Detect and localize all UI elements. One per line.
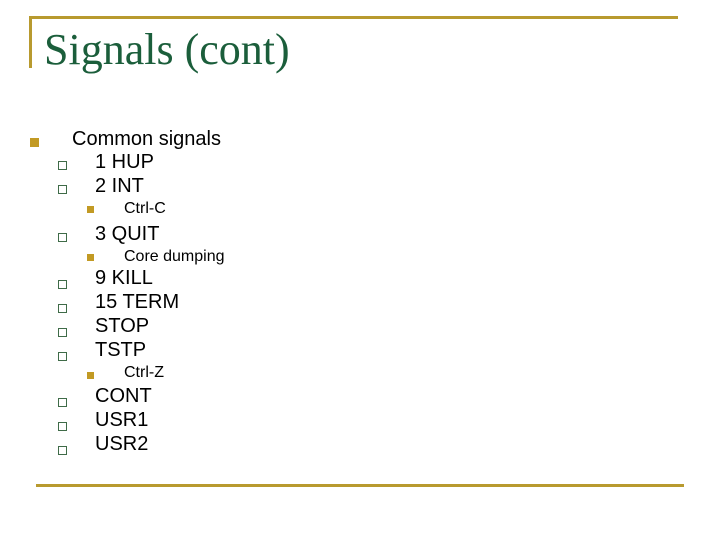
outline-item-usr1: USR1 <box>95 409 149 431</box>
square-bullet-icon <box>87 206 94 213</box>
hollow-square-bullet-icon <box>58 304 67 313</box>
outline-item-ctrl-c: Ctrl-C <box>124 200 166 217</box>
title-left-rule <box>29 16 32 68</box>
outline-item-common-signals: Common signals <box>72 128 221 150</box>
hollow-square-bullet-icon <box>58 446 67 455</box>
outline-item-ctrl-z: Ctrl-Z <box>124 364 164 381</box>
hollow-square-bullet-icon <box>58 422 67 431</box>
slide-title: Signals (cont) <box>44 25 290 74</box>
square-bullet-icon <box>87 372 94 379</box>
hollow-square-bullet-icon <box>58 398 67 407</box>
outline-item-int: 2 INT <box>95 175 144 197</box>
hollow-square-bullet-icon <box>58 328 67 337</box>
outline-item-core-dumping: Core dumping <box>124 248 225 265</box>
outline-item-stop: STOP <box>95 315 150 337</box>
hollow-square-bullet-icon <box>58 233 67 242</box>
outline-item-tstp: TSTP <box>95 339 147 361</box>
hollow-square-bullet-icon <box>58 185 67 194</box>
outline-item-kill: 9 KILL <box>95 267 153 289</box>
outline-item-hup: 1 HUP <box>95 151 154 173</box>
square-bullet-icon <box>87 254 94 261</box>
hollow-square-bullet-icon <box>58 161 67 170</box>
hollow-square-bullet-icon <box>58 352 67 361</box>
slide: Signals (cont) Common signals 1 HUP 2 IN… <box>0 0 720 540</box>
outline-item-term: 15 TERM <box>95 291 180 313</box>
title-top-rule <box>29 16 678 19</box>
outline-item-quit: 3 QUIT <box>95 223 160 245</box>
hollow-square-bullet-icon <box>58 280 67 289</box>
outline-item-cont: CONT <box>95 385 152 407</box>
square-bullet-icon <box>30 138 39 147</box>
outline-item-usr2: USR2 <box>95 433 149 455</box>
footer-rule <box>36 484 684 487</box>
